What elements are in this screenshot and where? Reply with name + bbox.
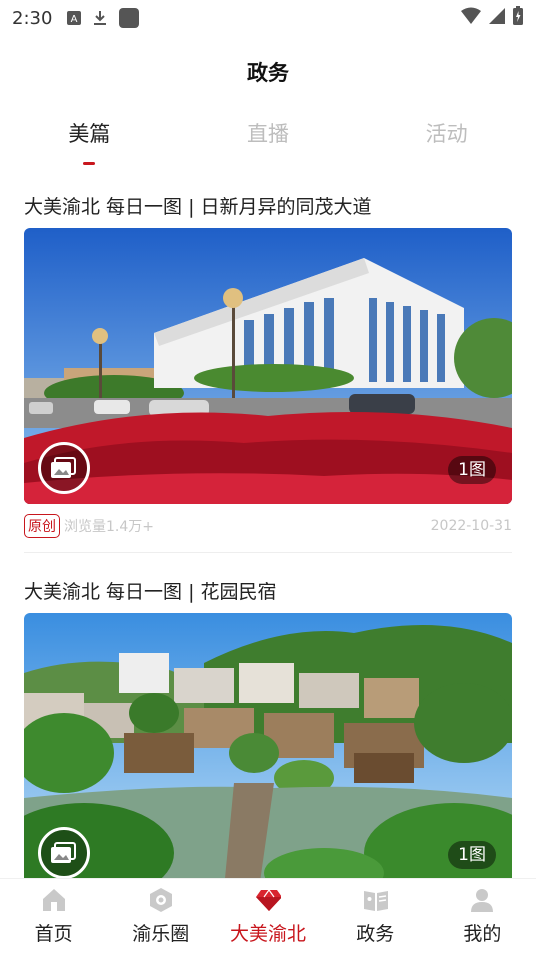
header: 政务 — [0, 52, 536, 92]
gem-icon — [255, 887, 281, 913]
divider — [24, 552, 512, 553]
battery-icon — [512, 6, 524, 30]
status-bar: 2:30 A — [0, 0, 536, 36]
nav-item-zhengwu[interactable]: 政务 — [322, 879, 429, 954]
tab-label: 活动 — [425, 122, 468, 146]
publish-date: 2022-10-31 — [430, 518, 512, 534]
app-square-icon — [118, 7, 140, 29]
bottom-nav: 首页 渝乐圈 大美渝北 政务 我的 — [0, 878, 536, 954]
garden-homestay-photo — [24, 613, 512, 889]
image-count-badge: 1图 — [448, 456, 496, 484]
article-title: 大美渝北 每日一图 | 花园民宿 — [24, 581, 277, 603]
tab-label: 美篇 — [68, 122, 111, 146]
tab-active-indicator — [83, 162, 96, 165]
tab-activity[interactable]: 活动 — [357, 118, 536, 170]
nav-label: 渝乐圈 — [132, 923, 190, 945]
book-icon — [362, 887, 389, 913]
page-title: 政务 — [247, 61, 289, 85]
view-count: 浏览量1.4万+ — [64, 519, 154, 535]
status-time: 2:30 — [12, 7, 53, 29]
nav-item-damei-yubei[interactable]: 大美渝北 — [214, 879, 321, 954]
user-icon — [469, 887, 495, 913]
article-feed: 大美渝北 每日一图 | 日新月异的同茂大道 1图 原创 浏览量1.4万+ 202… — [24, 190, 512, 889]
article-image[interactable]: 1图 — [24, 613, 512, 889]
article-image[interactable]: 1图 — [24, 228, 512, 504]
nav-item-mine[interactable]: 我的 — [429, 879, 536, 954]
tab-label: 直播 — [247, 122, 289, 146]
tab-meipian[interactable]: 美篇 — [0, 118, 179, 170]
nav-item-home[interactable]: 首页 — [0, 879, 107, 954]
wifi-icon — [460, 7, 482, 29]
gallery-icon — [38, 827, 90, 879]
a-icon: A — [66, 10, 82, 26]
original-tag: 原创 — [24, 514, 60, 538]
tab-live[interactable]: 直播 — [179, 118, 358, 170]
tab-bar: 美篇 直播 活动 — [0, 118, 536, 170]
article-meta: 原创 浏览量1.4万+ 2022-10-31 — [24, 504, 512, 548]
signal-icon — [488, 7, 506, 29]
government-building-photo — [24, 228, 512, 504]
article-card[interactable]: 大美渝北 每日一图 | 花园民宿 1图 — [24, 575, 512, 889]
home-icon — [41, 887, 67, 913]
article-card[interactable]: 大美渝北 每日一图 | 日新月异的同茂大道 1图 原创 浏览量1.4万+ 202… — [24, 190, 512, 548]
nav-item-yulequan[interactable]: 渝乐圈 — [107, 879, 214, 954]
download-icon — [92, 10, 108, 26]
nav-label: 政务 — [356, 923, 395, 945]
nav-label: 我的 — [463, 923, 502, 945]
image-count-badge: 1图 — [448, 841, 496, 869]
gallery-icon — [38, 442, 90, 494]
nav-label: 大美渝北 — [230, 923, 307, 945]
article-title: 大美渝北 每日一图 | 日新月异的同茂大道 — [24, 196, 372, 218]
circle-icon — [148, 887, 174, 913]
svg-text:A: A — [71, 14, 78, 25]
nav-label: 首页 — [34, 923, 73, 945]
